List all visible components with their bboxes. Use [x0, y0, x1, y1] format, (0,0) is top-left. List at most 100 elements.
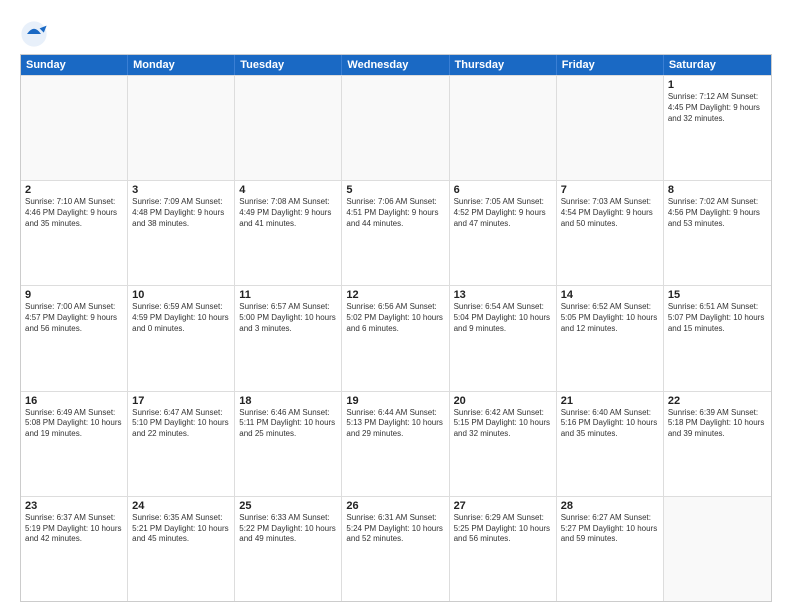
- day-cell-14: 14Sunrise: 6:52 AM Sunset: 5:05 PM Dayli…: [557, 286, 664, 390]
- day-cell-empty-0-5: [557, 76, 664, 180]
- day-cell-21: 21Sunrise: 6:40 AM Sunset: 5:16 PM Dayli…: [557, 392, 664, 496]
- logo-icon: [20, 20, 48, 48]
- day-number: 27: [454, 500, 552, 512]
- day-number: 6: [454, 184, 552, 196]
- day-info: Sunrise: 6:51 AM Sunset: 5:07 PM Dayligh…: [668, 302, 767, 334]
- day-cell-empty-0-3: [342, 76, 449, 180]
- day-number: 7: [561, 184, 659, 196]
- calendar-row-2: 2Sunrise: 7:10 AM Sunset: 4:46 PM Daylig…: [21, 180, 771, 285]
- weekday-header-wednesday: Wednesday: [342, 55, 449, 75]
- day-info: Sunrise: 7:03 AM Sunset: 4:54 PM Dayligh…: [561, 197, 659, 229]
- day-info: Sunrise: 7:00 AM Sunset: 4:57 PM Dayligh…: [25, 302, 123, 334]
- weekday-header-sunday: Sunday: [21, 55, 128, 75]
- day-number: 15: [668, 289, 767, 301]
- day-cell-5: 5Sunrise: 7:06 AM Sunset: 4:51 PM Daylig…: [342, 181, 449, 285]
- day-info: Sunrise: 6:44 AM Sunset: 5:13 PM Dayligh…: [346, 408, 444, 440]
- day-cell-20: 20Sunrise: 6:42 AM Sunset: 5:15 PM Dayli…: [450, 392, 557, 496]
- weekday-header-saturday: Saturday: [664, 55, 771, 75]
- day-cell-25: 25Sunrise: 6:33 AM Sunset: 5:22 PM Dayli…: [235, 497, 342, 601]
- day-number: 28: [561, 500, 659, 512]
- day-cell-2: 2Sunrise: 7:10 AM Sunset: 4:46 PM Daylig…: [21, 181, 128, 285]
- day-cell-23: 23Sunrise: 6:37 AM Sunset: 5:19 PM Dayli…: [21, 497, 128, 601]
- day-number: 22: [668, 395, 767, 407]
- day-cell-1: 1Sunrise: 7:12 AM Sunset: 4:45 PM Daylig…: [664, 76, 771, 180]
- day-info: Sunrise: 6:59 AM Sunset: 4:59 PM Dayligh…: [132, 302, 230, 334]
- day-cell-7: 7Sunrise: 7:03 AM Sunset: 4:54 PM Daylig…: [557, 181, 664, 285]
- day-info: Sunrise: 7:05 AM Sunset: 4:52 PM Dayligh…: [454, 197, 552, 229]
- day-cell-17: 17Sunrise: 6:47 AM Sunset: 5:10 PM Dayli…: [128, 392, 235, 496]
- day-info: Sunrise: 6:33 AM Sunset: 5:22 PM Dayligh…: [239, 513, 337, 545]
- day-cell-4: 4Sunrise: 7:08 AM Sunset: 4:49 PM Daylig…: [235, 181, 342, 285]
- day-info: Sunrise: 6:49 AM Sunset: 5:08 PM Dayligh…: [25, 408, 123, 440]
- day-number: 26: [346, 500, 444, 512]
- calendar-row-3: 9Sunrise: 7:00 AM Sunset: 4:57 PM Daylig…: [21, 285, 771, 390]
- day-info: Sunrise: 7:09 AM Sunset: 4:48 PM Dayligh…: [132, 197, 230, 229]
- day-number: 2: [25, 184, 123, 196]
- day-info: Sunrise: 6:56 AM Sunset: 5:02 PM Dayligh…: [346, 302, 444, 334]
- day-cell-16: 16Sunrise: 6:49 AM Sunset: 5:08 PM Dayli…: [21, 392, 128, 496]
- day-info: Sunrise: 6:47 AM Sunset: 5:10 PM Dayligh…: [132, 408, 230, 440]
- day-info: Sunrise: 7:10 AM Sunset: 4:46 PM Dayligh…: [25, 197, 123, 229]
- day-info: Sunrise: 6:31 AM Sunset: 5:24 PM Dayligh…: [346, 513, 444, 545]
- day-number: 9: [25, 289, 123, 301]
- day-cell-3: 3Sunrise: 7:09 AM Sunset: 4:48 PM Daylig…: [128, 181, 235, 285]
- logo: [20, 20, 52, 48]
- weekday-header-thursday: Thursday: [450, 55, 557, 75]
- day-info: Sunrise: 6:52 AM Sunset: 5:05 PM Dayligh…: [561, 302, 659, 334]
- day-info: Sunrise: 6:37 AM Sunset: 5:19 PM Dayligh…: [25, 513, 123, 545]
- calendar-row-4: 16Sunrise: 6:49 AM Sunset: 5:08 PM Dayli…: [21, 391, 771, 496]
- day-number: 17: [132, 395, 230, 407]
- day-cell-empty-0-0: [21, 76, 128, 180]
- day-info: Sunrise: 6:54 AM Sunset: 5:04 PM Dayligh…: [454, 302, 552, 334]
- day-cell-12: 12Sunrise: 6:56 AM Sunset: 5:02 PM Dayli…: [342, 286, 449, 390]
- day-number: 10: [132, 289, 230, 301]
- day-cell-9: 9Sunrise: 7:00 AM Sunset: 4:57 PM Daylig…: [21, 286, 128, 390]
- day-cell-24: 24Sunrise: 6:35 AM Sunset: 5:21 PM Dayli…: [128, 497, 235, 601]
- day-cell-19: 19Sunrise: 6:44 AM Sunset: 5:13 PM Dayli…: [342, 392, 449, 496]
- day-cell-26: 26Sunrise: 6:31 AM Sunset: 5:24 PM Dayli…: [342, 497, 449, 601]
- day-number: 1: [668, 79, 767, 91]
- day-cell-13: 13Sunrise: 6:54 AM Sunset: 5:04 PM Dayli…: [450, 286, 557, 390]
- header: [20, 16, 772, 48]
- day-number: 13: [454, 289, 552, 301]
- day-cell-8: 8Sunrise: 7:02 AM Sunset: 4:56 PM Daylig…: [664, 181, 771, 285]
- day-number: 4: [239, 184, 337, 196]
- calendar-header: SundayMondayTuesdayWednesdayThursdayFrid…: [21, 55, 771, 75]
- day-number: 21: [561, 395, 659, 407]
- day-cell-15: 15Sunrise: 6:51 AM Sunset: 5:07 PM Dayli…: [664, 286, 771, 390]
- day-info: Sunrise: 7:12 AM Sunset: 4:45 PM Dayligh…: [668, 92, 767, 124]
- calendar-body: 1Sunrise: 7:12 AM Sunset: 4:45 PM Daylig…: [21, 75, 771, 601]
- day-cell-empty-0-1: [128, 76, 235, 180]
- day-info: Sunrise: 6:29 AM Sunset: 5:25 PM Dayligh…: [454, 513, 552, 545]
- day-info: Sunrise: 6:27 AM Sunset: 5:27 PM Dayligh…: [561, 513, 659, 545]
- day-info: Sunrise: 7:06 AM Sunset: 4:51 PM Dayligh…: [346, 197, 444, 229]
- day-info: Sunrise: 7:08 AM Sunset: 4:49 PM Dayligh…: [239, 197, 337, 229]
- weekday-header-friday: Friday: [557, 55, 664, 75]
- day-cell-11: 11Sunrise: 6:57 AM Sunset: 5:00 PM Dayli…: [235, 286, 342, 390]
- page: SundayMondayTuesdayWednesdayThursdayFrid…: [0, 0, 792, 612]
- calendar-row-1: 1Sunrise: 7:12 AM Sunset: 4:45 PM Daylig…: [21, 75, 771, 180]
- day-cell-18: 18Sunrise: 6:46 AM Sunset: 5:11 PM Dayli…: [235, 392, 342, 496]
- day-cell-10: 10Sunrise: 6:59 AM Sunset: 4:59 PM Dayli…: [128, 286, 235, 390]
- day-cell-empty-0-4: [450, 76, 557, 180]
- day-number: 3: [132, 184, 230, 196]
- day-number: 12: [346, 289, 444, 301]
- day-number: 8: [668, 184, 767, 196]
- day-number: 20: [454, 395, 552, 407]
- day-info: Sunrise: 7:02 AM Sunset: 4:56 PM Dayligh…: [668, 197, 767, 229]
- day-number: 24: [132, 500, 230, 512]
- day-cell-6: 6Sunrise: 7:05 AM Sunset: 4:52 PM Daylig…: [450, 181, 557, 285]
- day-info: Sunrise: 6:39 AM Sunset: 5:18 PM Dayligh…: [668, 408, 767, 440]
- day-cell-27: 27Sunrise: 6:29 AM Sunset: 5:25 PM Dayli…: [450, 497, 557, 601]
- day-info: Sunrise: 6:40 AM Sunset: 5:16 PM Dayligh…: [561, 408, 659, 440]
- day-number: 11: [239, 289, 337, 301]
- day-number: 16: [25, 395, 123, 407]
- day-cell-empty-0-2: [235, 76, 342, 180]
- weekday-header-tuesday: Tuesday: [235, 55, 342, 75]
- day-info: Sunrise: 6:35 AM Sunset: 5:21 PM Dayligh…: [132, 513, 230, 545]
- weekday-header-monday: Monday: [128, 55, 235, 75]
- day-cell-22: 22Sunrise: 6:39 AM Sunset: 5:18 PM Dayli…: [664, 392, 771, 496]
- day-number: 14: [561, 289, 659, 301]
- day-info: Sunrise: 6:42 AM Sunset: 5:15 PM Dayligh…: [454, 408, 552, 440]
- day-number: 25: [239, 500, 337, 512]
